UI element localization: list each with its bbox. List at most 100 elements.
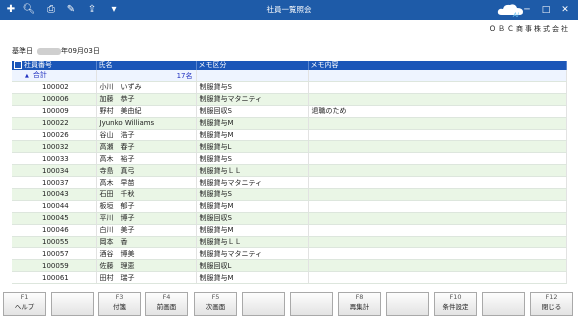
name-cell: 岡本 香 [96,236,197,249]
employee-no-cell: 100043 [12,188,97,201]
memo-type-cell: 制服貸与M [196,224,309,237]
title-bar: ✚ 🔍︎ ⎙ ✎ ⇪ ▾ 社員一覧照会 AI ─ □ ✕ [0,0,578,20]
column-header-employee-no[interactable]: 社員番号 [12,61,97,70]
memo-type-cell: 制服貸与S [196,188,309,201]
name-cell: 酒谷 博美 [96,247,197,261]
memo-content-cell [308,81,567,94]
table-row[interactable]: 100055 岡本 香制服貸与ＬＬ [12,236,567,249]
maximize-button[interactable]: □ [539,3,553,17]
memo-content-cell [308,188,567,201]
company-name: ＯＢＣ商事株式会社 [489,25,570,33]
memo-type-cell: 制服貸与M [196,271,309,285]
memo-type-cell: 制服回収S [196,212,309,225]
fkey-f8-button[interactable]: F8 再集計 [338,292,381,316]
column-header-memo-type[interactable]: メモ区分 [196,61,309,70]
memo-type-cell: 制服貸与L [196,140,309,154]
fkey-empty-button[interactable] [482,292,525,316]
fkey-label: 閉じる [541,303,562,311]
table-row[interactable]: 100061 田村 瑞子 制服貸与M [12,271,567,285]
name-cell: 田村 瑞子 [96,271,197,285]
fkey-label: 条件設定 [442,303,469,311]
name-cell: 谷山 浩子 [96,129,197,142]
name-cell: 平川 博子 [96,212,197,225]
memo-content-cell [308,271,567,285]
memo-content-cell [308,236,567,249]
reference-date: 基準日 年09月03日 [12,46,100,56]
fkey-label: 前画面 [156,303,177,311]
employee-no-cell: 100006 [12,93,97,106]
name-cell: 野村 美由紀 [96,105,197,118]
memo-content-cell [308,129,567,142]
minimize-button[interactable]: ─ [520,3,534,17]
export-icon[interactable]: ⇪ [85,3,99,17]
memo-type-cell: 制服貸与S [196,81,309,94]
fkey-number: F8 [355,293,364,301]
fkey-f4-button[interactable]: F4 前画面 [145,292,188,316]
fkey-f12-button[interactable]: F12 閉じる [530,292,573,316]
fkey-empty-button[interactable] [290,292,333,316]
employee-no-cell: 100026 [12,129,97,142]
memo-content-cell [308,212,567,225]
table-row[interactable]: 100059 佐藤 理恵 制服回収L [12,259,567,273]
name-cell: 白川 美子 [96,224,197,237]
table-row[interactable]: 100033 高木 裕子 制服貸与S [12,152,567,166]
name-cell: 高木 裕子 [96,152,197,166]
fkey-empty-button[interactable] [386,292,429,316]
name-cell: 高瀬 春子 [96,140,197,154]
table-row[interactable]: 100006 加藤 恭子 制服貸与マタニティ [12,93,567,106]
function-key-bar: F1 ヘルプ F3 付箋 F4 前画面 F5 次画面 F8 再集計 F10 条件設定 F12 閉じる [3,292,575,326]
fkey-f3-button[interactable]: F3 付箋 [98,292,141,316]
total-label-cell: ▲ 合計 [12,70,97,82]
fkey-empty-button[interactable] [242,292,285,316]
tools-icon[interactable]: ✎ [64,3,78,17]
table-row[interactable]: 100044 板垣 郁子 制服貸与M [12,200,567,213]
fkey-label: 再集計 [349,303,370,311]
fkey-f10-button[interactable]: F10 条件設定 [434,292,477,316]
table-row[interactable]: 100002 小川 いずみ 制服貸与S [12,81,567,94]
total-row[interactable]: ▲ 合計 17名 [12,70,567,82]
add-icon[interactable]: ✚ [4,3,18,17]
table-row[interactable]: 100026 谷山 浩子 制服貸与M [12,129,567,142]
fkey-empty-button[interactable] [51,292,94,316]
memo-content-cell: 退職のため [308,105,567,118]
memo-type-cell: 制服貸与マタニティ [196,93,309,106]
column-header-memo-content[interactable]: メモ内容 [308,61,567,70]
table-row[interactable]: 100034 寺島 真弓 制服貸与ＬＬ [12,164,567,178]
memo-type-cell: 制服回収S [196,105,309,118]
fkey-f1-button[interactable]: F1 ヘルプ [3,292,46,316]
fkey-f5-button[interactable]: F5 次画面 [194,292,237,316]
grid-menu-icon[interactable] [14,61,22,69]
memo-type-cell: 制服貸与M [196,129,309,142]
grid-header: 社員番号 氏名 メモ区分 メモ内容 [12,61,567,70]
dropdown-icon[interactable]: ▾ [107,3,121,17]
svg-text:AI: AI [512,12,519,19]
memo-type-cell: 制服貸与マタニティ [196,176,309,190]
zoom-icon[interactable]: 🔍︎ [22,3,36,17]
fkey-number: F1 [20,293,29,301]
memo-content-cell [308,164,567,178]
table-row[interactable]: 100032 高瀬 春子 制服貸与L [12,140,567,154]
close-button[interactable]: ✕ [558,3,572,17]
table-row[interactable]: 100045 平川 博子 制服回収S [12,212,567,225]
memo-type-cell: 制服貸与マタニティ [196,247,309,261]
employee-grid: 社員番号 氏名 メモ区分 メモ内容 ▲ 合計 17名 100002 小川 いずみ 制服… [12,61,567,285]
employee-no-cell: 100032 [12,140,97,154]
table-row[interactable]: 100009 野村 美由紀 制服回収S 退職のため [12,105,567,118]
table-row[interactable]: 100046 白川 美子 制服貸与M [12,224,567,237]
table-row[interactable]: 100057 酒谷 博美 制服貸与マタニティ [12,247,567,261]
total-count-cell: 17名 [96,70,197,82]
column-header-name[interactable]: 氏名 [96,61,197,70]
print-icon[interactable]: ⎙ [44,3,58,17]
collapse-icon[interactable]: ▲ [25,73,29,79]
memo-content-cell [308,117,567,130]
employee-no-cell: 100033 [12,152,97,166]
employee-no-cell: 100009 [12,105,97,118]
memo-content-cell [308,259,567,273]
memo-content-cell [308,224,567,237]
table-row[interactable]: 100022 Jyunko Williams 制服貸与M [12,117,567,130]
employee-no-cell: 100034 [12,164,97,178]
table-row[interactable]: 100043 石田 千秋 制服貸与S [12,188,567,201]
table-row[interactable]: 100037 高木 早苗 制服貸与マタニティ [12,176,567,190]
memo-content-cell [308,93,567,106]
name-cell: 寺島 真弓 [96,164,197,178]
